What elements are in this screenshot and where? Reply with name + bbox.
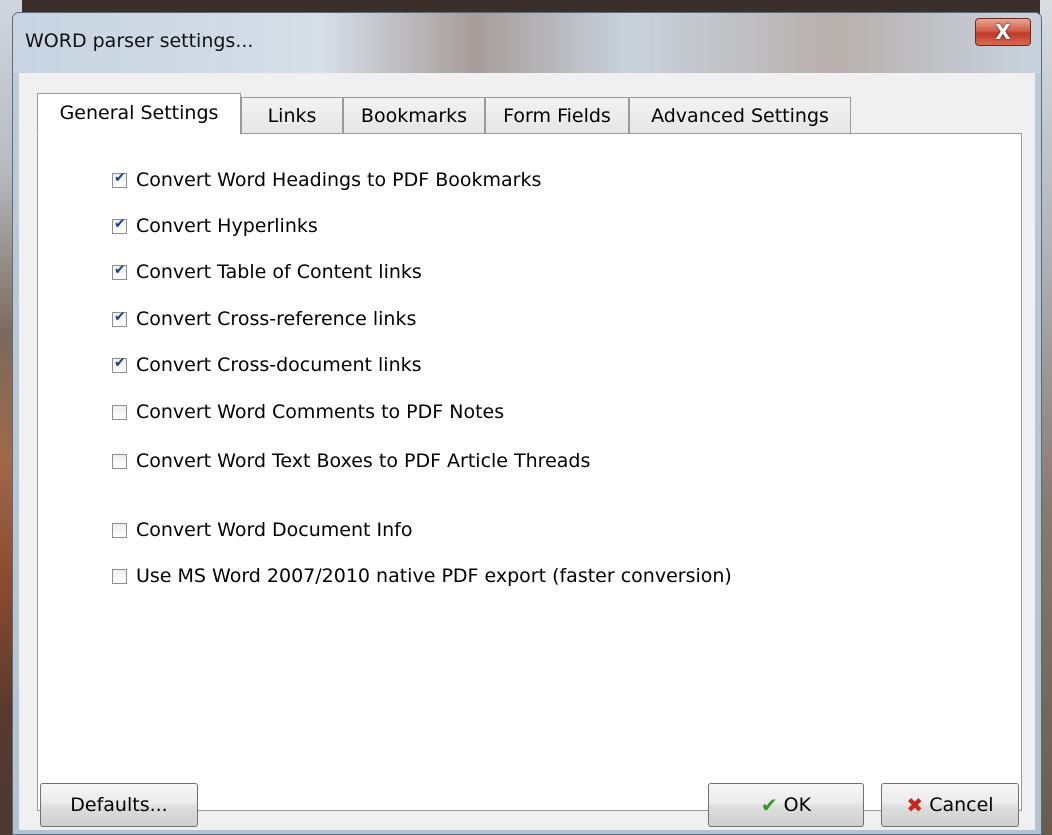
cancel-button[interactable]: ✖ Cancel	[881, 783, 1019, 827]
tab-general-settings[interactable]: General Settings	[37, 93, 241, 135]
checkbox[interactable]	[112, 453, 127, 469]
tab-label: Advanced Settings	[651, 105, 829, 127]
tab-advanced-settings[interactable]: Advanced Settings	[629, 97, 851, 133]
cross-icon: ✖	[906, 793, 924, 817]
close-icon: X	[995, 20, 1011, 44]
dialog-client-area: General Settings Links Bookmarks Form Fi…	[19, 73, 1035, 830]
cancel-button-label: Cancel	[929, 794, 994, 816]
option-label: Use MS Word 2007/2010 native PDF export …	[136, 565, 732, 587]
option-convert-comments[interactable]: Convert Word Comments to PDF Notes	[112, 399, 504, 425]
tab-bookmarks[interactable]: Bookmarks	[343, 97, 485, 133]
option-convert-text-boxes[interactable]: Convert Word Text Boxes to PDF Article T…	[112, 448, 590, 474]
defaults-button-label: Defaults...	[70, 794, 168, 816]
option-convert-hyperlinks[interactable]: Convert Hyperlinks	[112, 213, 318, 239]
defaults-button[interactable]: Defaults...	[40, 783, 198, 827]
option-label: Convert Word Comments to PDF Notes	[136, 401, 505, 423]
ok-button[interactable]: ✔ OK	[708, 783, 864, 827]
window-title: WORD parser settings...	[25, 30, 254, 52]
tab-form-fields[interactable]: Form Fields	[485, 97, 629, 133]
title-bar[interactable]: WORD parser settings... X	[13, 13, 1041, 73]
tab-label: Links	[267, 105, 317, 127]
option-convert-cross-document[interactable]: Convert Cross-document links	[112, 352, 422, 378]
tab-links[interactable]: Links	[241, 97, 343, 133]
checkmark-icon: ✔	[760, 793, 778, 817]
close-button[interactable]: X	[975, 18, 1031, 46]
option-label: Convert Word Headings to PDF Bookmarks	[136, 169, 542, 191]
checkbox[interactable]	[112, 522, 127, 538]
dialog-window: WORD parser settings... X General Settin…	[12, 12, 1042, 835]
option-label: Convert Word Text Boxes to PDF Article T…	[136, 450, 591, 472]
checkbox[interactable]	[112, 568, 127, 584]
option-label: Convert Hyperlinks	[136, 215, 318, 237]
option-label: Convert Cross-document links	[136, 354, 422, 376]
option-convert-headings[interactable]: Convert Word Headings to PDF Bookmarks	[112, 167, 541, 193]
tab-label: Bookmarks	[360, 105, 468, 127]
option-label: Convert Word Document Info	[136, 519, 413, 541]
ok-button-label: OK	[783, 794, 812, 816]
checkbox[interactable]	[112, 404, 127, 420]
option-convert-document-info[interactable]: Convert Word Document Info	[112, 517, 412, 543]
tab-label: General Settings	[59, 102, 219, 124]
general-settings-panel: Convert Word Headings to PDF Bookmarks C…	[37, 133, 1022, 811]
checkbox[interactable]	[112, 170, 127, 188]
option-native-pdf-export[interactable]: Use MS Word 2007/2010 native PDF export …	[112, 563, 732, 589]
option-convert-toc-links[interactable]: Convert Table of Content links	[112, 259, 422, 285]
checkbox[interactable]	[112, 262, 127, 280]
checkbox[interactable]	[112, 216, 127, 234]
checkbox[interactable]	[112, 355, 127, 373]
option-convert-cross-reference[interactable]: Convert Cross-reference links	[112, 306, 416, 332]
option-label: Convert Cross-reference links	[136, 308, 417, 330]
option-label: Convert Table of Content links	[136, 261, 422, 283]
tab-label: Form Fields	[503, 105, 611, 127]
checkbox[interactable]	[112, 309, 127, 327]
